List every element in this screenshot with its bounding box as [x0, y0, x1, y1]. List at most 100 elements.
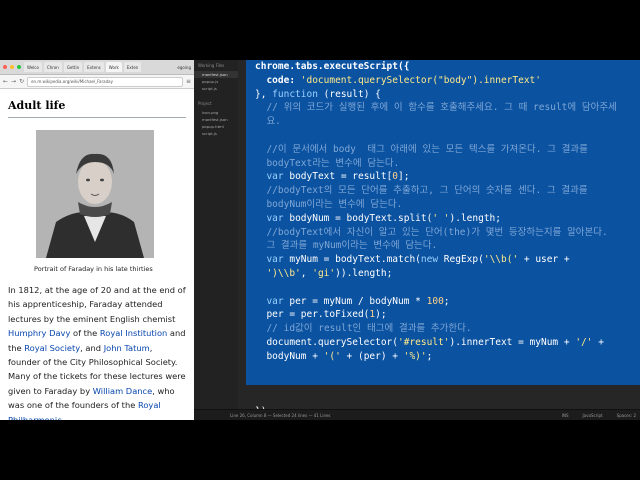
code-line[interactable]: 요.: [255, 115, 617, 129]
forward-arrow-icon[interactable]: →: [11, 78, 16, 85]
image-caption: Portrait of Faraday in his late thirties: [34, 265, 153, 273]
heading-divider: [8, 117, 186, 118]
browser-tab-active[interactable]: Work: [105, 62, 122, 72]
indent-setting[interactable]: Spaces: 2: [617, 413, 636, 418]
code-line[interactable]: chrome.tabs.executeScript({: [255, 60, 617, 74]
wiki-link[interactable]: Humphry Davy: [8, 328, 70, 338]
project-file[interactable]: popup.html: [194, 123, 238, 130]
code-line[interactable]: //이 문서에서 body 태그 아래에 있는 모든 텍스를 가져온다. 그 결…: [255, 143, 617, 157]
code-token: code:: [255, 74, 301, 86]
wiki-link[interactable]: Royal Society: [24, 343, 80, 353]
code-token: '#result': [398, 336, 450, 348]
insert-mode[interactable]: INS: [562, 413, 569, 418]
code-token: ;: [443, 295, 450, 307]
status-bar: Line 26, Column 8 — Selected 24 lines — …: [194, 409, 640, 420]
code-line[interactable]: var myNum = bodyText.match(new RegExp('\…: [255, 253, 617, 267]
browser-tab[interactable]: Chron: [43, 62, 62, 72]
code-token: //이 문서에서 body 태그 아래에 있는 모든 텍스를 가져온다. 그 결…: [255, 143, 588, 155]
address-bar-row: ← → ↻ en.m.wikipedia.org/wiki/Michael_Fa…: [0, 75, 194, 89]
code-token: var: [266, 171, 284, 183]
minimize-window-icon[interactable]: [10, 65, 14, 69]
browser-tab[interactable]: Gettin: [63, 62, 83, 72]
maximize-window-icon[interactable]: [17, 65, 21, 69]
code-token: var: [266, 254, 284, 266]
code-line[interactable]: var per = myNum / bodyNum * 100;: [255, 295, 617, 309]
code-line[interactable]: // 위의 코드가 실행된 후에 이 함수를 호출해주세요. 그 때 resul…: [255, 101, 617, 115]
back-arrow-icon[interactable]: ←: [3, 78, 8, 85]
sidebar-file[interactable]: manifest.json: [194, 71, 238, 78]
paragraph-text: , and: [80, 342, 104, 353]
code-token: + user +: [518, 254, 570, 266]
code-token: bodyNum = bodyText.split(: [283, 212, 433, 224]
code-token: //bodyText에서 자신이 알고 있는 단어(the)가 몇번 등장하는지…: [255, 226, 608, 238]
code-line[interactable]: per = per.toFixed(1);: [255, 308, 617, 322]
code-token: ).innerText = myNum +: [449, 336, 576, 348]
project-file[interactable]: manifest.json: [194, 116, 238, 123]
code-token: bodyText = result[: [283, 171, 393, 183]
code-token: per = per.toFixed(: [255, 309, 370, 321]
code-token: // 위의 코드가 실행된 후에 이 함수를 호출해주세요. 그 때 resul…: [255, 102, 617, 114]
sidebar-file[interactable]: script.js: [194, 85, 238, 92]
code-token: bodyNum +: [255, 350, 324, 362]
code-token: per = myNum / bodyNum *: [283, 295, 427, 307]
browser-tab[interactable]: Exten: [123, 62, 142, 72]
working-files-label: Working Files: [198, 63, 225, 68]
code-line[interactable]: code: 'document.querySelector("body").in…: [255, 74, 617, 88]
code-token: var: [266, 212, 284, 224]
sidebar-file[interactable]: popup.js: [194, 78, 238, 85]
wiki-link[interactable]: William Dance: [93, 386, 152, 396]
profile-name[interactable]: egoing: [177, 65, 191, 70]
code-line[interactable]: var bodyText = result[0];: [255, 170, 617, 184]
language-mode[interactable]: JavaScript: [583, 413, 603, 418]
code-token: new: [420, 254, 439, 266]
code-line[interactable]: //bodyText에서 자신이 알고 있는 단어(the)가 몇번 등장하는지…: [255, 226, 617, 240]
code-line[interactable]: //bodyText의 모든 단어를 추출하고, 그 단어의 숫자를 센다. 그…: [255, 184, 617, 198]
code-token: },: [255, 88, 273, 100]
code-line[interactable]: ​: [255, 364, 617, 378]
faraday-portrait[interactable]: [36, 130, 154, 258]
wiki-link[interactable]: John Tatum: [104, 343, 150, 353]
code-token: // id값이 result인 태그에 결과를 추가한다.: [255, 323, 472, 335]
browser-tab[interactable]: Extens: [84, 62, 104, 72]
code-line[interactable]: ​: [255, 129, 617, 143]
code-token: var: [266, 295, 284, 307]
code-line[interactable]: ')\\b', 'gi')).length;: [255, 267, 617, 281]
browser-tab[interactable]: Welco: [24, 62, 42, 72]
article-paragraph: In 1812, at the age of 20 and at the end…: [8, 283, 186, 420]
video-frame: Welco Chron Gettin Extens Work Exten ego…: [0, 60, 640, 420]
code-token: '\\b(': [483, 254, 519, 266]
project-file[interactable]: script.js: [194, 130, 238, 137]
code-token: ;: [426, 350, 433, 362]
code-content[interactable]: chrome.tabs.executeScript({ code: 'docum…: [255, 60, 617, 409]
code-line[interactable]: bodyNum + '(' + (per) + '%)';: [255, 350, 617, 364]
code-line[interactable]: bodyNum이라는 변수에 담는다.: [255, 198, 617, 212]
code-token: ' ': [432, 212, 450, 224]
code-token: 'document.querySelector("body").innerTex…: [300, 74, 541, 86]
code-line[interactable]: ​: [255, 281, 617, 295]
code-line[interactable]: // id값이 result인 태그에 결과를 추가한다.: [255, 322, 617, 336]
reload-icon[interactable]: ↻: [19, 78, 24, 85]
code-line[interactable]: var bodyNum = bodyText.split(' ').length…: [255, 212, 617, 226]
code-line[interactable]: }, function (result) {: [255, 88, 617, 102]
code-line[interactable]: ​: [255, 377, 617, 391]
menu-icon[interactable]: ≡: [186, 78, 191, 85]
wiki-link[interactable]: Royal Institution: [100, 328, 167, 338]
url-input[interactable]: en.m.wikipedia.org/wiki/Michael_Faraday: [27, 76, 183, 87]
close-window-icon[interactable]: [3, 65, 7, 69]
code-token: (result) {: [317, 88, 381, 100]
code-token: bodyText라는 변수에 담는다.: [255, 157, 400, 169]
code-line[interactable]: document.querySelector('#result').innerT…: [255, 336, 617, 350]
code-token: RegExp(: [438, 254, 484, 266]
code-line[interactable]: bodyText라는 변수에 담는다.: [255, 157, 617, 171]
project-label[interactable]: Project: [194, 98, 238, 109]
code-token: function: [272, 88, 318, 100]
code-token: '(': [323, 350, 341, 362]
code-line[interactable]: 그 결과를 myNum이라는 변수에 담는다.: [255, 239, 617, 253]
project-file[interactable]: icon.png: [194, 109, 238, 116]
code-editor[interactable]: chrome.tabs.executeScript({ code: 'docum…: [238, 60, 640, 409]
code-line[interactable]: [255, 391, 617, 405]
